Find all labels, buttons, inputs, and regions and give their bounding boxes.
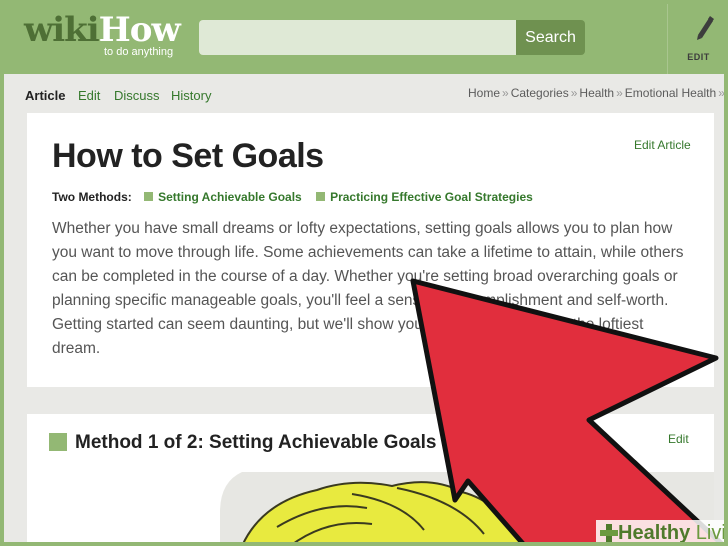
red-arrow-pointer-icon [410, 278, 727, 546]
watermark-living: Living [695, 522, 728, 544]
healthy-living-watermark: Healthy Living [596, 520, 728, 546]
plus-icon [600, 524, 618, 542]
watermark-healthy: Healthy [618, 522, 691, 544]
